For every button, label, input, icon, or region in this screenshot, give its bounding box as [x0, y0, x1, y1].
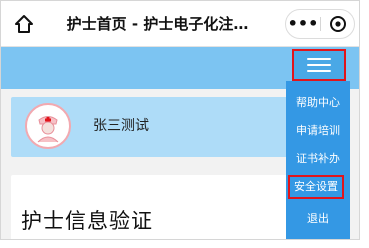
user-name: 张三测试 — [93, 118, 149, 134]
page-title: 护士首页 - 护士电子化注… — [66, 15, 249, 33]
capsule-divider — [320, 17, 321, 31]
more-dots-icon[interactable]: ••• — [286, 10, 320, 38]
app-frame: 护士首页 - 护士电子化注… ••• 张三测试 护士信息验证 帮助中心 申请培训… — [0, 0, 360, 240]
verification-title: 护士信息验证 — [21, 209, 153, 233]
capsule-menu: ••• — [285, 9, 355, 39]
menu-item-logout[interactable]: 退出 — [286, 207, 350, 231]
top-header: 护士首页 - 护士电子化注… ••• — [1, 1, 359, 47]
home-icon[interactable] — [13, 13, 35, 35]
menu-item-help-center[interactable]: 帮助中心 — [286, 91, 350, 115]
hamburger-bars — [307, 58, 331, 72]
menu-item-security-settings[interactable]: 安全设置 — [288, 175, 344, 199]
verification-card: 护士信息验证 — [11, 175, 311, 239]
dropdown-menu: 帮助中心 申请培训 证书补办 安全设置 退出 — [286, 81, 350, 239]
hamburger-menu-icon[interactable] — [292, 49, 346, 81]
nurse-avatar-graphic — [37, 116, 59, 143]
menu-item-apply-training[interactable]: 申请培训 — [286, 119, 350, 143]
menu-item-reissue-certificate[interactable]: 证书补办 — [286, 147, 350, 171]
target-icon[interactable] — [322, 10, 354, 38]
nurse-avatar-icon — [25, 103, 71, 149]
profile-card[interactable]: 张三测试 — [11, 97, 311, 157]
